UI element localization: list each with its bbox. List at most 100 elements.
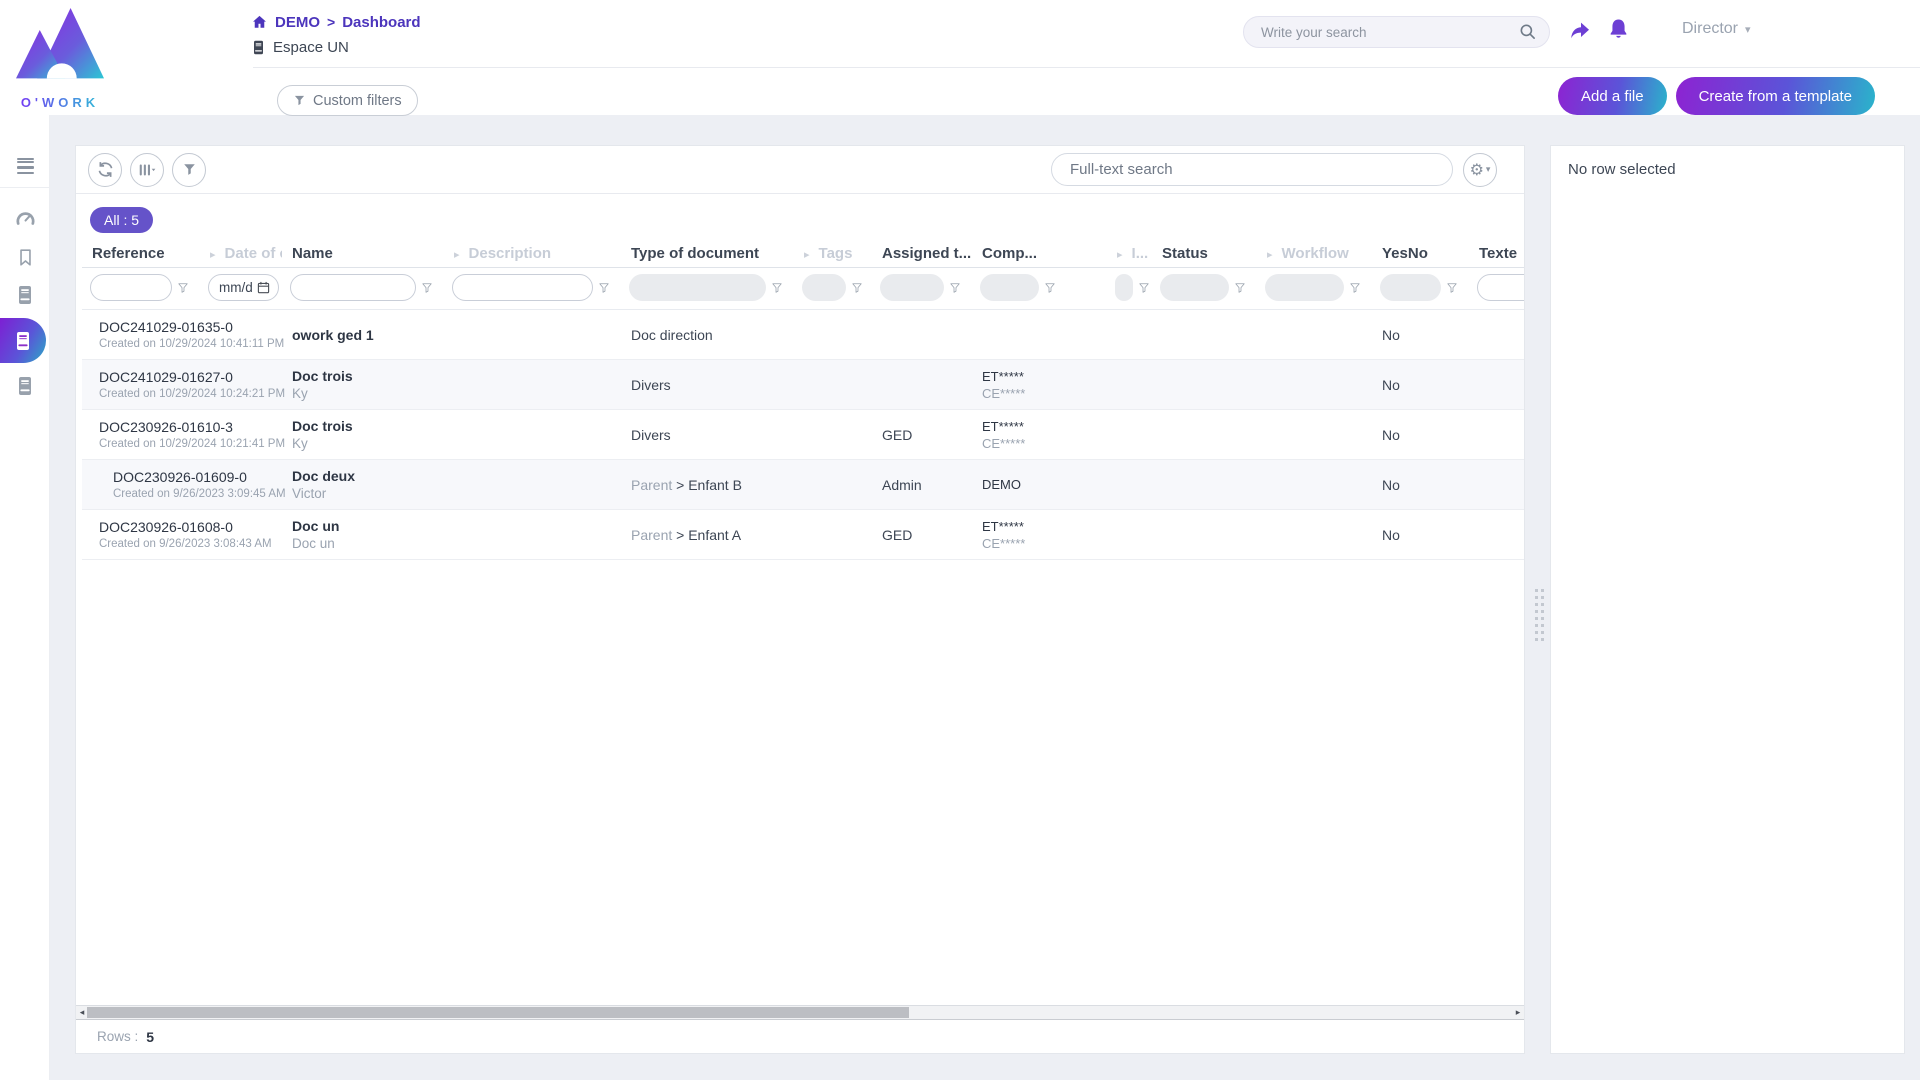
filter-cell-date_created: mm/d: [200, 268, 282, 310]
document-reference[interactable]: DOC230926-01608-0: [99, 519, 272, 535]
filter-cell-tags: [794, 268, 872, 310]
filter-funnel-icon[interactable]: [1234, 282, 1246, 294]
filter-input-reference[interactable]: [90, 274, 172, 301]
table-row[interactable]: DOC241029-01635-0Created on 10/29/2024 1…: [82, 310, 1524, 360]
filter-funnel-icon[interactable]: [177, 282, 189, 294]
sidebar-item-dashboard[interactable]: [0, 200, 50, 238]
no-row-selected-text: No row selected: [1568, 161, 1887, 178]
global-search-input[interactable]: [1244, 25, 1519, 40]
filter-cell-description: [444, 268, 621, 310]
all-count-chip[interactable]: All : 5: [90, 207, 153, 233]
expand-column-icon[interactable]: ▸: [210, 248, 216, 261]
cell-i: [1107, 410, 1152, 460]
column-header-type[interactable]: Type of document: [621, 242, 794, 268]
sidebar-item-archive[interactable]: [0, 367, 50, 405]
column-header-workflow[interactable]: ▸Workflow: [1257, 242, 1372, 268]
filter-funnel-icon[interactable]: [1349, 282, 1361, 294]
date-filter-input[interactable]: mm/d: [208, 274, 279, 301]
home-icon[interactable]: [251, 14, 268, 31]
type-value: Divers: [631, 427, 671, 443]
menu-icon[interactable]: [0, 141, 50, 177]
panel-resize-handle[interactable]: [1534, 588, 1545, 646]
app-logo[interactable]: O'WORK: [12, 6, 108, 110]
filter-funnel-icon[interactable]: [1138, 282, 1150, 294]
create-from-template-button[interactable]: Create from a template: [1676, 77, 1875, 115]
company-secondary: CE*****: [982, 536, 1097, 551]
sidebar-item-library[interactable]: [0, 276, 50, 314]
filter-funnel-icon[interactable]: [421, 282, 433, 294]
created-date: Created on 10/29/2024 10:24:21 PM: [99, 388, 285, 400]
expand-column-icon[interactable]: ▸: [804, 248, 810, 261]
cell-yesno: No: [1372, 460, 1469, 510]
horizontal-scrollbar[interactable]: ◂ ▸: [76, 1005, 1524, 1020]
main-area: ⚙ ▾ All : 5 Reference▸Date of cr...Name▸…: [50, 115, 1920, 1080]
column-header-reference[interactable]: Reference: [82, 242, 200, 268]
column-header-tags[interactable]: ▸Tags: [794, 242, 872, 268]
cell-workflow: [1257, 360, 1372, 410]
filter-input-description[interactable]: [452, 274, 593, 301]
filter-funnel-icon[interactable]: [1446, 282, 1458, 294]
document-reference[interactable]: DOC230926-01609-0: [113, 469, 286, 485]
sidebar-item-documents-active[interactable]: [0, 318, 46, 363]
table-settings-button[interactable]: ⚙ ▾: [1463, 153, 1497, 187]
company-primary: ET*****: [982, 419, 1097, 434]
sidebar: [0, 115, 50, 1080]
scroll-left-icon[interactable]: ◂: [77, 1006, 87, 1019]
column-header-i[interactable]: ▸I...: [1107, 242, 1152, 268]
table-row[interactable]: DOC241029-01627-0 Created on 10/29/2024 1…: [82, 360, 1524, 410]
breadcrumb: DEMO > Dashboard Espace UN: [251, 11, 421, 58]
filter-icon: [182, 162, 197, 177]
add-file-button[interactable]: Add a file: [1558, 77, 1667, 115]
share-icon[interactable]: [1568, 19, 1592, 46]
document-reference[interactable]: DOC241029-01627-0: [99, 369, 285, 385]
column-header-date_created[interactable]: ▸Date of cr...: [200, 242, 282, 268]
sidebar-item-bookmarks[interactable]: [0, 238, 50, 276]
cell-texte: [1469, 410, 1524, 460]
column-header-texte[interactable]: Texte: [1469, 242, 1524, 268]
documents-table-card: ⚙ ▾ All : 5 Reference▸Date of cr...Name▸…: [75, 145, 1525, 1054]
filter-funnel-icon[interactable]: [851, 282, 863, 294]
column-header-yesno[interactable]: YesNo: [1372, 242, 1469, 268]
columns-button[interactable]: [130, 153, 164, 187]
column-header-name[interactable]: Name: [282, 242, 444, 268]
column-header-assigned[interactable]: Assigned t...: [872, 242, 972, 268]
documents-book-icon: [13, 331, 33, 351]
document-reference[interactable]: DOC230926-01610-3: [99, 419, 285, 435]
filter-input-name[interactable]: [290, 274, 416, 301]
expand-column-icon[interactable]: ▸: [1267, 248, 1273, 261]
fulltext-search-input[interactable]: [1051, 153, 1453, 186]
table-row[interactable]: wDOC230926-01609-0Created on 9/26/2023 3…: [82, 460, 1524, 510]
calendar-icon[interactable]: [257, 281, 270, 294]
global-search: [1243, 16, 1550, 48]
table-row[interactable]: DOC230926-01610-3Created on 10/29/2024 1…: [82, 410, 1524, 460]
table-toolbar: ⚙ ▾: [76, 146, 1524, 194]
expand-column-icon[interactable]: ▸: [454, 248, 460, 261]
bell-icon[interactable]: [1606, 17, 1631, 47]
refresh-button[interactable]: [88, 153, 122, 187]
column-header-company[interactable]: Comp...: [972, 242, 1107, 268]
user-menu[interactable]: Director ▾: [1682, 20, 1751, 38]
filter-disabled-status: [1160, 274, 1229, 301]
document-reference[interactable]: DOC241029-01635-0: [99, 319, 284, 335]
filter-input-texte[interactable]: [1477, 274, 1524, 301]
custom-filters-button[interactable]: Custom filters: [277, 85, 418, 116]
search-icon[interactable]: [1519, 23, 1537, 41]
filter-funnel-icon[interactable]: [771, 282, 783, 294]
table-empty-space: [76, 560, 1524, 1005]
column-header-status[interactable]: Status: [1152, 242, 1257, 268]
filter-funnel-icon[interactable]: [949, 282, 961, 294]
table-row[interactable]: DOC230926-01608-0Created on 9/26/2023 3:…: [82, 510, 1524, 560]
cell-type: Parent > Enfant A: [621, 510, 794, 560]
filter-funnel-icon[interactable]: [598, 282, 610, 294]
scroll-right-icon[interactable]: ▸: [1513, 1006, 1523, 1019]
rows-count: 5: [146, 1029, 154, 1045]
filter-funnel-icon[interactable]: [1044, 282, 1056, 294]
cell-company: ET*****CE*****: [972, 410, 1107, 460]
expand-column-icon[interactable]: ▸: [1117, 248, 1123, 261]
filter-button[interactable]: [172, 153, 206, 187]
scrollbar-thumb[interactable]: [87, 1007, 909, 1018]
breadcrumb-root[interactable]: DEMO: [275, 14, 320, 31]
cell-tags: [794, 410, 872, 460]
column-header-description[interactable]: ▸Description: [444, 242, 621, 268]
breadcrumb-current[interactable]: Dashboard: [342, 14, 420, 31]
